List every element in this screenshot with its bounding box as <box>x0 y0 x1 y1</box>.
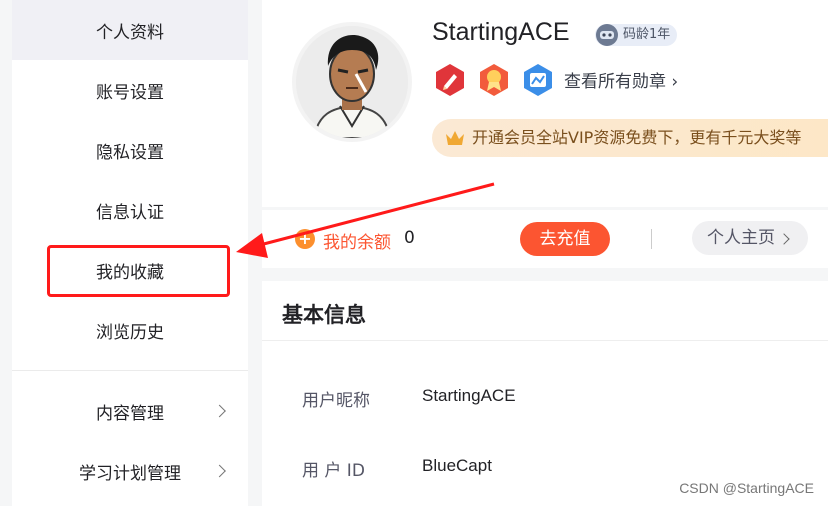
recharge-button[interactable]: 去充值 <box>520 222 610 256</box>
sidebar-item-label: 个人资料 <box>96 22 164 43</box>
medal-list <box>432 62 556 98</box>
crown-icon <box>446 131 464 145</box>
blog-medal-icon[interactable] <box>520 62 556 98</box>
sidebar-item-account-settings[interactable]: 账号设置 <box>12 60 248 120</box>
sidebar-item-label: 学习计划管理 <box>79 463 181 484</box>
annotation-highlight-box <box>47 245 230 297</box>
coin-icon: + <box>295 229 315 249</box>
section-title: 基本信息 <box>282 303 366 327</box>
divider <box>651 229 652 249</box>
sidebar-item-label: 隐私设置 <box>96 142 164 163</box>
balance-row: + 我的余额 0 去充值 个人主页 <box>262 210 828 268</box>
sidebar-group-study-plan[interactable]: 学习计划管理 <box>12 441 248 501</box>
sidebar-group-content-management[interactable]: 内容管理 <box>12 381 248 441</box>
balance-value: 0 <box>404 228 415 248</box>
robot-icon <box>596 24 618 46</box>
sidebar-item-label: 信息认证 <box>96 202 164 223</box>
sidebar-item-label: 内容管理 <box>96 403 164 424</box>
award-medal-icon[interactable] <box>476 62 512 98</box>
view-all-medals-label: 查看所有勋章 <box>564 72 666 92</box>
chevron-right-icon: › <box>671 72 679 92</box>
profile-username: StartingACE <box>432 18 570 46</box>
chevron-right-icon <box>213 404 226 418</box>
nickname-value: StartingACE <box>422 386 516 405</box>
vip-promo-banner[interactable]: 开通会员全站VIP资源免费下，更有千元大奖等 <box>432 119 828 157</box>
chevron-right-icon <box>213 464 226 478</box>
sidebar-item-label: 账号设置 <box>96 82 164 103</box>
balance-label[interactable]: 我的余额 <box>323 228 391 253</box>
code-age-text: 码龄1年 <box>623 27 671 42</box>
profile-card: StartingACE 码龄1年 查看所有勋章 › 开通会员全站VIP资源免费下… <box>262 0 828 207</box>
pen-medal-icon[interactable] <box>432 62 468 98</box>
sidebar-item-profile[interactable]: 个人资料 <box>12 0 248 60</box>
basic-info-section: 基本信息 用户昵称 StartingACE 用 户 ID BlueCapt <box>262 281 828 506</box>
sidebar-item-privacy-settings[interactable]: 隐私设置 <box>12 120 248 180</box>
sidebar-divider <box>12 370 248 371</box>
avatar[interactable] <box>292 22 412 142</box>
personal-homepage-label: 个人主页 <box>707 228 775 247</box>
watermark: CSDN @StartingACE <box>679 480 814 496</box>
code-age-badge: 码龄1年 <box>595 24 678 46</box>
personal-homepage-button[interactable]: 个人主页 <box>692 221 808 255</box>
sidebar-item-label: 浏览历史 <box>96 322 164 343</box>
divider <box>262 340 828 341</box>
sidebar-item-history[interactable]: 浏览历史 <box>12 300 248 360</box>
user-id-value: BlueCapt <box>422 456 492 475</box>
nickname-label: 用户昵称 <box>302 391 370 411</box>
sidebar-item-verification[interactable]: 信息认证 <box>12 180 248 240</box>
chevron-right-icon <box>778 233 790 245</box>
user-id-label: 用 户 ID <box>302 461 365 481</box>
vip-promo-text: 开通会员全站VIP资源免费下，更有千元大奖等 <box>472 128 802 147</box>
view-all-medals-link[interactable]: 查看所有勋章 › <box>564 67 678 92</box>
